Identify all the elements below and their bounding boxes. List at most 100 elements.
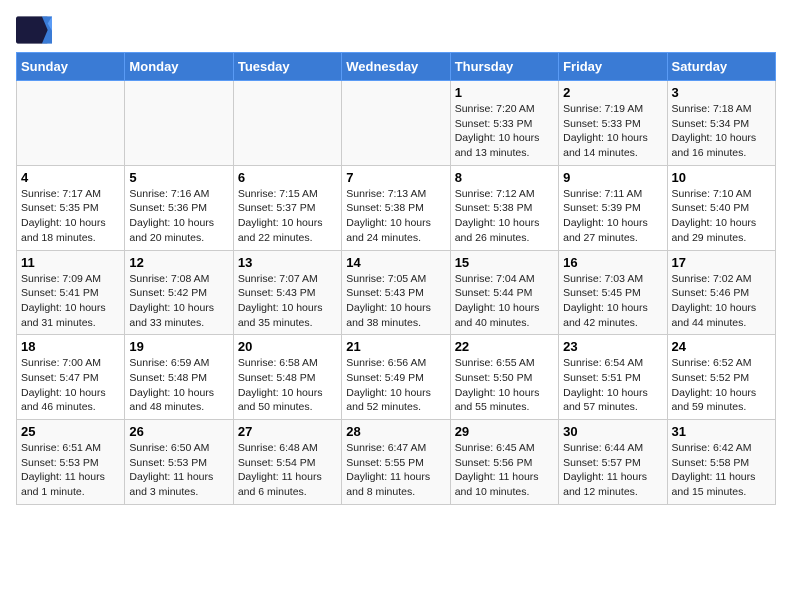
header-day-sunday: Sunday [17, 53, 125, 81]
day-info: Sunrise: 7:05 AMSunset: 5:43 PMDaylight:… [346, 272, 445, 331]
day-number: 8 [455, 170, 554, 185]
day-number: 27 [238, 424, 337, 439]
day-info: Sunrise: 6:42 AMSunset: 5:58 PMDaylight:… [672, 441, 771, 500]
calendar-week-row: 4 Sunrise: 7:17 AMSunset: 5:35 PMDaylight… [17, 165, 776, 250]
day-number: 28 [346, 424, 445, 439]
header [16, 16, 776, 44]
calendar-day-cell: 5 Sunrise: 7:16 AMSunset: 5:36 PMDaylight… [125, 165, 233, 250]
day-number: 2 [563, 85, 662, 100]
calendar-day-cell: 3 Sunrise: 7:18 AMSunset: 5:34 PMDaylight… [667, 81, 775, 166]
calendar-day-cell: 10 Sunrise: 7:10 AMSunset: 5:40 PMDayligh… [667, 165, 775, 250]
header-day-monday: Monday [125, 53, 233, 81]
day-info: Sunrise: 7:04 AMSunset: 5:44 PMDaylight:… [455, 272, 554, 331]
day-number: 14 [346, 255, 445, 270]
day-info: Sunrise: 7:13 AMSunset: 5:38 PMDaylight:… [346, 187, 445, 246]
day-info: Sunrise: 6:56 AMSunset: 5:49 PMDaylight:… [346, 356, 445, 415]
calendar-day-cell [233, 81, 341, 166]
calendar-day-cell: 13 Sunrise: 7:07 AMSunset: 5:43 PMDayligh… [233, 250, 341, 335]
day-info: Sunrise: 7:10 AMSunset: 5:40 PMDaylight:… [672, 187, 771, 246]
day-number: 22 [455, 339, 554, 354]
day-info: Sunrise: 7:15 AMSunset: 5:37 PMDaylight:… [238, 187, 337, 246]
calendar-day-cell: 7 Sunrise: 7:13 AMSunset: 5:38 PMDaylight… [342, 165, 450, 250]
day-info: Sunrise: 6:54 AMSunset: 5:51 PMDaylight:… [563, 356, 662, 415]
day-number: 25 [21, 424, 120, 439]
day-number: 7 [346, 170, 445, 185]
header-day-tuesday: Tuesday [233, 53, 341, 81]
calendar-day-cell: 31Sunrise: 6:42 AMSunset: 5:58 PMDayligh… [667, 420, 775, 505]
day-number: 3 [672, 85, 771, 100]
day-number: 5 [129, 170, 228, 185]
calendar-day-cell: 28 Sunrise: 6:47 AMSunset: 5:55 PMDayligh… [342, 420, 450, 505]
calendar-day-cell: 26 Sunrise: 6:50 AMSunset: 5:53 PMDayligh… [125, 420, 233, 505]
calendar-header-row: SundayMondayTuesdayWednesdayThursdayFrid… [17, 53, 776, 81]
calendar-day-cell: 24 Sunrise: 6:52 AMSunset: 5:52 PMDayligh… [667, 335, 775, 420]
calendar-day-cell: 18 Sunrise: 7:00 AMSunset: 5:47 PMDayligh… [17, 335, 125, 420]
calendar-day-cell: 21 Sunrise: 6:56 AMSunset: 5:49 PMDayligh… [342, 335, 450, 420]
calendar-day-cell: 2 Sunrise: 7:19 AMSunset: 5:33 PMDaylight… [559, 81, 667, 166]
day-info: Sunrise: 6:48 AMSunset: 5:54 PMDaylight:… [238, 441, 337, 500]
header-day-friday: Friday [559, 53, 667, 81]
day-info: Sunrise: 7:07 AMSunset: 5:43 PMDaylight:… [238, 272, 337, 331]
day-info: Sunrise: 7:00 AMSunset: 5:47 PMDaylight:… [21, 356, 120, 415]
day-info: Sunrise: 7:19 AMSunset: 5:33 PMDaylight:… [563, 102, 662, 161]
day-number: 26 [129, 424, 228, 439]
calendar-day-cell: 16 Sunrise: 7:03 AMSunset: 5:45 PMDayligh… [559, 250, 667, 335]
day-number: 4 [21, 170, 120, 185]
day-number: 30 [563, 424, 662, 439]
calendar-day-cell: 9 Sunrise: 7:11 AMSunset: 5:39 PMDaylight… [559, 165, 667, 250]
calendar-day-cell: 11 Sunrise: 7:09 AMSunset: 5:41 PMDayligh… [17, 250, 125, 335]
calendar-day-cell: 25 Sunrise: 6:51 AMSunset: 5:53 PMDayligh… [17, 420, 125, 505]
day-number: 24 [672, 339, 771, 354]
day-number: 9 [563, 170, 662, 185]
header-day-saturday: Saturday [667, 53, 775, 81]
day-number: 13 [238, 255, 337, 270]
calendar-week-row: 1Sunrise: 7:20 AMSunset: 5:33 PMDaylight… [17, 81, 776, 166]
day-number: 15 [455, 255, 554, 270]
day-info: Sunrise: 6:45 AMSunset: 5:56 PMDaylight:… [455, 441, 554, 500]
day-number: 23 [563, 339, 662, 354]
day-info: Sunrise: 6:50 AMSunset: 5:53 PMDaylight:… [129, 441, 228, 500]
calendar-day-cell: 1Sunrise: 7:20 AMSunset: 5:33 PMDaylight… [450, 81, 558, 166]
calendar-day-cell: 20 Sunrise: 6:58 AMSunset: 5:48 PMDayligh… [233, 335, 341, 420]
day-number: 18 [21, 339, 120, 354]
header-day-thursday: Thursday [450, 53, 558, 81]
day-number: 10 [672, 170, 771, 185]
day-info: Sunrise: 6:58 AMSunset: 5:48 PMDaylight:… [238, 356, 337, 415]
logo-icon [16, 16, 52, 44]
day-info: Sunrise: 6:44 AMSunset: 5:57 PMDaylight:… [563, 441, 662, 500]
calendar-day-cell: 27 Sunrise: 6:48 AMSunset: 5:54 PMDayligh… [233, 420, 341, 505]
calendar-day-cell: 6Sunrise: 7:15 AMSunset: 5:37 PMDaylight… [233, 165, 341, 250]
day-number: 16 [563, 255, 662, 270]
day-info: Sunrise: 7:16 AMSunset: 5:36 PMDaylight:… [129, 187, 228, 246]
day-info: Sunrise: 6:51 AMSunset: 5:53 PMDaylight:… [21, 441, 120, 500]
day-number: 20 [238, 339, 337, 354]
day-number: 11 [21, 255, 120, 270]
calendar-day-cell: 29 Sunrise: 6:45 AMSunset: 5:56 PMDayligh… [450, 420, 558, 505]
day-info: Sunrise: 7:17 AMSunset: 5:35 PMDaylight:… [21, 187, 120, 246]
day-number: 21 [346, 339, 445, 354]
calendar-week-row: 11 Sunrise: 7:09 AMSunset: 5:41 PMDayligh… [17, 250, 776, 335]
calendar-day-cell: 19Sunrise: 6:59 AMSunset: 5:48 PMDayligh… [125, 335, 233, 420]
day-number: 1 [455, 85, 554, 100]
logo [16, 16, 56, 44]
calendar-day-cell [342, 81, 450, 166]
calendar-day-cell: 30 Sunrise: 6:44 AMSunset: 5:57 PMDayligh… [559, 420, 667, 505]
day-info: Sunrise: 6:52 AMSunset: 5:52 PMDaylight:… [672, 356, 771, 415]
day-info: Sunrise: 7:12 AMSunset: 5:38 PMDaylight:… [455, 187, 554, 246]
day-info: Sunrise: 7:08 AMSunset: 5:42 PMDaylight:… [129, 272, 228, 331]
day-info: Sunrise: 6:47 AMSunset: 5:55 PMDaylight:… [346, 441, 445, 500]
calendar-day-cell: 17Sunrise: 7:02 AMSunset: 5:46 PMDayligh… [667, 250, 775, 335]
day-info: Sunrise: 7:09 AMSunset: 5:41 PMDaylight:… [21, 272, 120, 331]
calendar-day-cell: 4 Sunrise: 7:17 AMSunset: 5:35 PMDaylight… [17, 165, 125, 250]
calendar-week-row: 25 Sunrise: 6:51 AMSunset: 5:53 PMDayligh… [17, 420, 776, 505]
calendar-day-cell: 22 Sunrise: 6:55 AMSunset: 5:50 PMDayligh… [450, 335, 558, 420]
day-number: 29 [455, 424, 554, 439]
day-info: Sunrise: 6:59 AMSunset: 5:48 PMDaylight:… [129, 356, 228, 415]
day-number: 12 [129, 255, 228, 270]
day-info: Sunrise: 7:11 AMSunset: 5:39 PMDaylight:… [563, 187, 662, 246]
calendar-day-cell [125, 81, 233, 166]
day-info: Sunrise: 7:18 AMSunset: 5:34 PMDaylight:… [672, 102, 771, 161]
day-info: Sunrise: 6:55 AMSunset: 5:50 PMDaylight:… [455, 356, 554, 415]
day-info: Sunrise: 7:03 AMSunset: 5:45 PMDaylight:… [563, 272, 662, 331]
day-number: 17 [672, 255, 771, 270]
